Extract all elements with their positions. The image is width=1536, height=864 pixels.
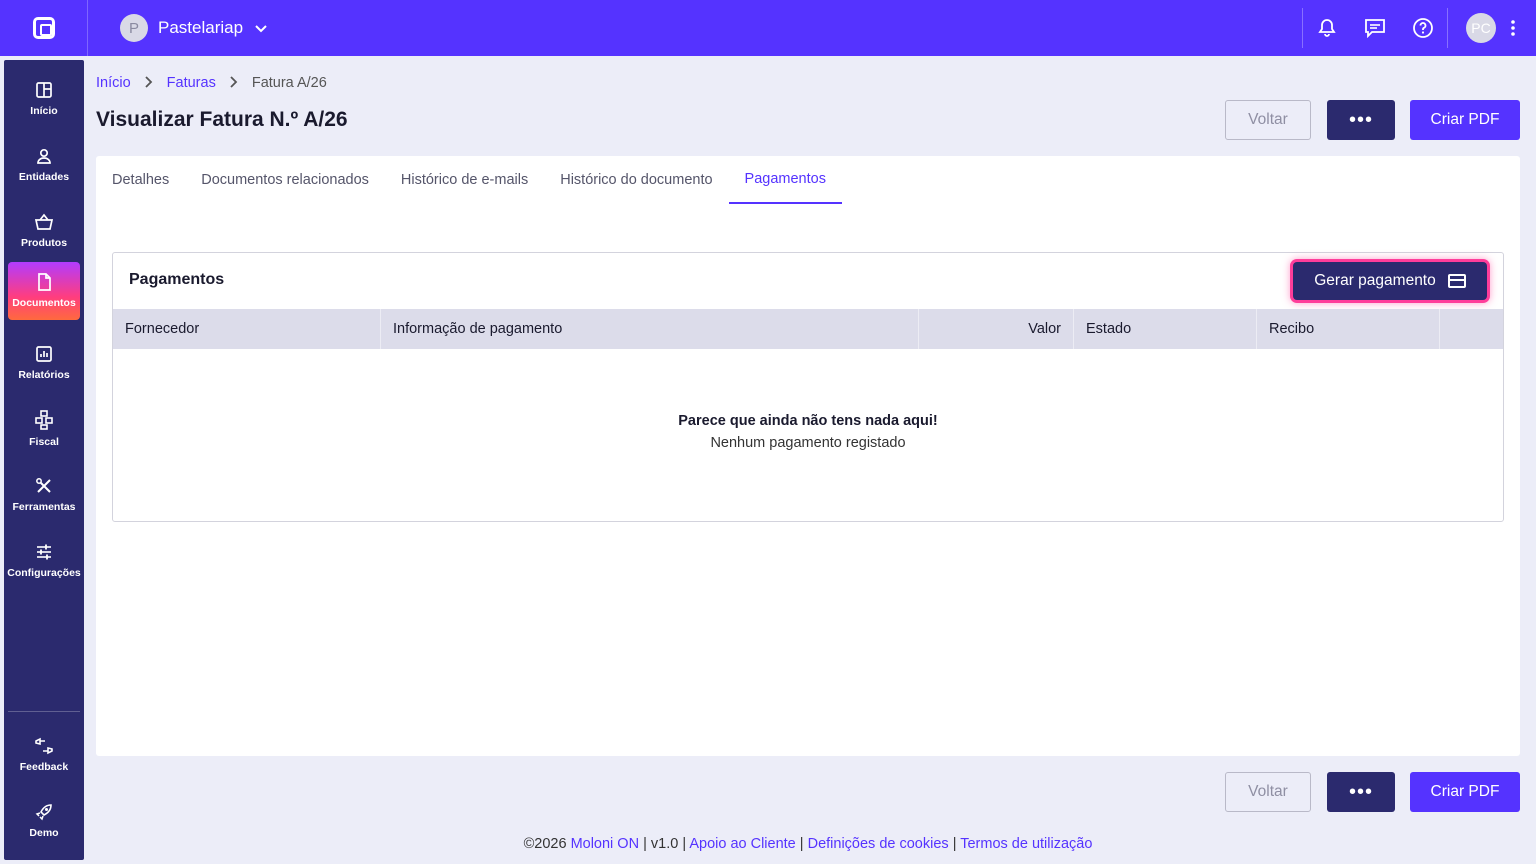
table-header: Fornecedor Informação de pagamento Valor…	[113, 309, 1503, 349]
help-icon[interactable]	[1399, 0, 1447, 56]
footer: ©2026 Moloni ON | v1.0 | Apoio ao Client…	[0, 836, 1536, 852]
empty-state-title: Parece que ainda não tens nada aqui!	[678, 413, 938, 429]
column-header-recibo[interactable]: Recibo	[1257, 309, 1440, 349]
footer-terms-link[interactable]: Termos de utilização	[960, 836, 1092, 852]
sidebar: Início Entidades Produtos Documentos Rel…	[4, 60, 84, 860]
tab-detalhes[interactable]: Detalhes	[96, 156, 185, 204]
bell-icon[interactable]	[1303, 0, 1351, 56]
sidebar-item-label: Relatórios	[18, 369, 70, 381]
more-actions-button-bottom[interactable]: •••	[1327, 772, 1395, 812]
chat-icon[interactable]	[1351, 0, 1399, 56]
document-icon	[38, 273, 51, 291]
sidebar-item-relatorios[interactable]: Relatórios	[8, 334, 80, 392]
sidebar-item-documentos[interactable]: Documentos	[8, 262, 80, 320]
tab-historico-emails[interactable]: Histórico de e-mails	[385, 156, 544, 204]
sidebar-item-label: Feedback	[19, 761, 69, 773]
sidebar-item-label: Configurações	[7, 567, 81, 579]
sidebar-item-entidades[interactable]: Entidades	[8, 136, 80, 194]
breadcrumb-current: Fatura A/26	[251, 75, 327, 91]
credit-card-icon	[1447, 274, 1466, 288]
payments-panel: Pagamentos Gerar pagamento Fornecedor In…	[112, 252, 1504, 522]
footer-sep: |	[643, 836, 651, 852]
app-logo[interactable]	[0, 0, 88, 56]
footer-sep: |	[799, 836, 808, 852]
chevron-down-icon	[255, 20, 267, 36]
chevron-right-icon	[145, 75, 153, 91]
chevron-right-icon	[230, 75, 238, 91]
user-icon	[37, 148, 51, 164]
company-name: Pastelariap	[158, 18, 244, 37]
column-header-actions	[1440, 309, 1503, 349]
generate-payment-label: Gerar pagamento	[1314, 272, 1436, 289]
hierarchy-icon	[35, 410, 53, 430]
sidebar-item-label: Entidades	[18, 171, 70, 183]
footer-copyright: ©2026	[523, 836, 567, 852]
payments-title: Pagamentos	[129, 271, 225, 288]
breadcrumb-section-link[interactable]: Faturas	[167, 75, 216, 91]
breadcrumb-home-link[interactable]: Início	[96, 75, 131, 91]
top-bar: P Pastelariap PC	[0, 0, 1536, 56]
tab-pagamentos[interactable]: Pagamentos	[728, 156, 842, 204]
rocket-icon	[35, 804, 52, 821]
column-header-fornecedor[interactable]: Fornecedor	[113, 309, 381, 349]
divider	[1447, 8, 1448, 48]
back-button[interactable]: Voltar	[1225, 100, 1311, 140]
sidebar-item-configuracoes[interactable]: Configurações	[7, 532, 81, 590]
sidebar-item-label: Início	[30, 105, 58, 117]
create-pdf-button[interactable]: Criar PDF	[1410, 100, 1520, 140]
sidebar-item-produtos[interactable]: Produtos	[8, 202, 80, 260]
basket-icon	[34, 213, 54, 230]
generate-payment-button[interactable]: Gerar pagamento	[1293, 262, 1487, 300]
sidebar-item-label: Ferramentas	[12, 501, 76, 513]
tools-icon	[36, 478, 51, 493]
page-title: Visualizar Fatura N.º A/26	[96, 108, 348, 131]
footer-version: v1.0	[650, 836, 679, 852]
sidebar-item-label: Produtos	[20, 237, 68, 249]
user-avatar[interactable]: PC	[1466, 13, 1496, 43]
sidebar-item-label: Fiscal	[29, 436, 59, 448]
column-header-informacao[interactable]: Informação de pagamento	[381, 309, 919, 349]
create-pdf-button-bottom[interactable]: Criar PDF	[1410, 772, 1520, 812]
logo-icon	[32, 17, 55, 39]
breadcrumb: Início Faturas Fatura A/26	[96, 75, 327, 91]
column-header-valor[interactable]: Valor	[919, 309, 1074, 349]
more-vertical-icon[interactable]	[1500, 20, 1526, 36]
sidebar-item-label: Documentos	[12, 297, 76, 309]
tab-historico-documento[interactable]: Histórico do documento	[544, 156, 728, 204]
sliders-icon	[37, 544, 51, 560]
empty-state: Parece que ainda não tens nada aqui! Nen…	[113, 413, 1503, 451]
empty-state-subtitle: Nenhum pagamento registado	[710, 435, 906, 451]
tab-bar: Detalhes Documentos relacionados Históri…	[96, 156, 842, 204]
footer-brand-link[interactable]: Moloni ON	[571, 836, 640, 852]
sidebar-item-inicio[interactable]: Início	[8, 70, 80, 128]
sidebar-item-feedback[interactable]: Feedback	[8, 726, 80, 784]
sidebar-divider	[8, 711, 80, 712]
chart-icon	[36, 346, 52, 362]
company-selector[interactable]: P Pastelariap	[120, 14, 267, 42]
content-card: Detalhes Documentos relacionados Históri…	[96, 156, 1520, 756]
sidebar-item-ferramentas[interactable]: Ferramentas	[8, 466, 80, 524]
footer-support-link[interactable]: Apoio ao Cliente	[689, 836, 795, 852]
feedback-icon	[35, 737, 53, 755]
company-avatar: P	[120, 14, 148, 42]
sidebar-item-fiscal[interactable]: Fiscal	[8, 400, 80, 458]
tab-documentos-relacionados[interactable]: Documentos relacionados	[185, 156, 385, 204]
more-actions-button[interactable]: •••	[1327, 100, 1395, 140]
column-header-estado[interactable]: Estado	[1074, 309, 1257, 349]
footer-cookies-link[interactable]: Definições de cookies	[808, 836, 949, 852]
back-button-bottom[interactable]: Voltar	[1225, 772, 1311, 812]
dashboard-icon	[36, 82, 52, 98]
